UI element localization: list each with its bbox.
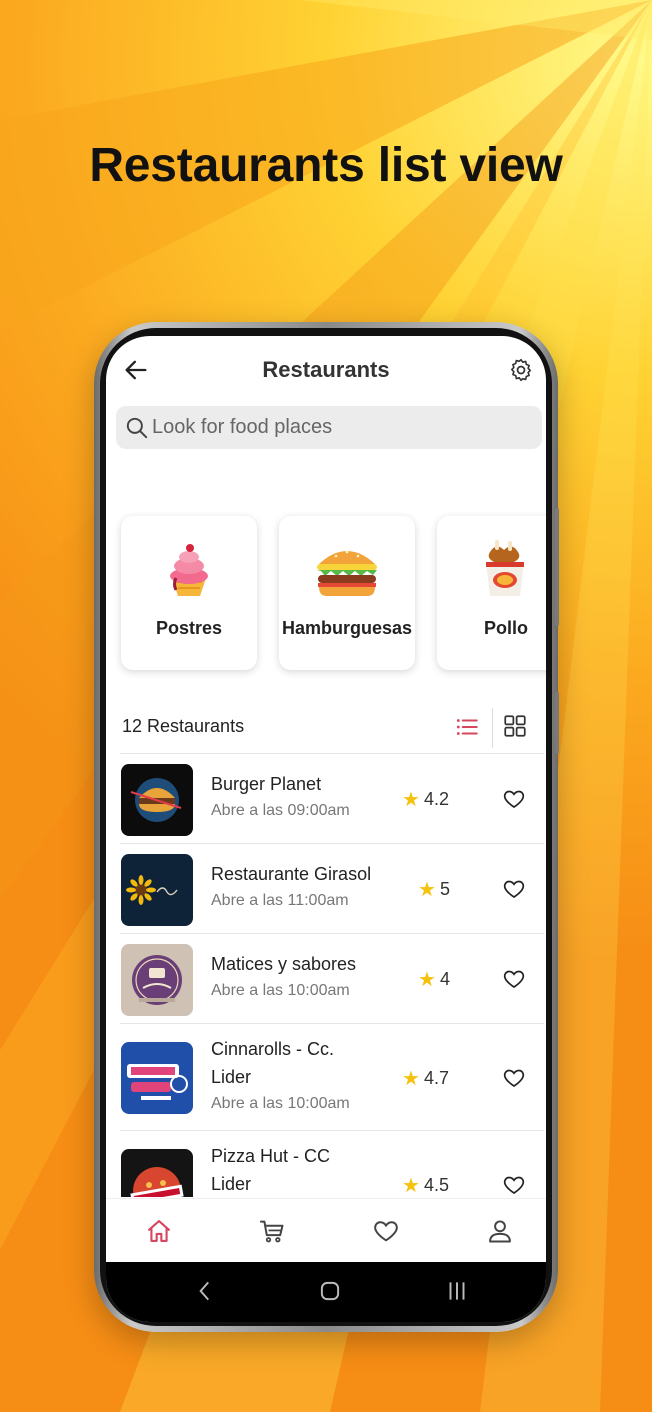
category-carousel[interactable]: Postres Hamburguesas Pollo: [106, 516, 546, 672]
list-view-icon[interactable]: [454, 714, 480, 740]
restaurant-name: Pizza Hut - CC Lider: [211, 1146, 331, 1194]
category-label: Postres: [155, 618, 223, 638]
restaurant-logo: [121, 1149, 193, 1197]
heart-icon[interactable]: [502, 1173, 526, 1197]
restaurant-name: Matices y sabores: [211, 954, 357, 974]
restaurant-name: Burger Planet: [211, 774, 322, 794]
system-nav-bar: [106, 1262, 546, 1322]
restaurant-row[interactable]: Restaurante Girasol Abre a las 11:00am ★…: [120, 843, 544, 933]
burger-icon: [317, 550, 377, 596]
heart-icon[interactable]: [502, 967, 526, 991]
restaurant-list[interactable]: Burger Planet Abre a las 09:00am ★ 4.2 R…: [106, 753, 546, 1197]
restaurant-row[interactable]: Cinnarolls - Cc. Lider Abre a las 10:00a…: [120, 1023, 544, 1130]
restaurant-rating: ★ 4.5: [402, 1173, 449, 1197]
category-label: Pollo: [484, 618, 528, 638]
restaurant-row[interactable]: Pizza Hut - CC Lider ★ 4.5: [120, 1130, 544, 1197]
star-icon: ★: [402, 789, 420, 811]
star-icon: ★: [418, 969, 436, 991]
restaurant-logo: [121, 854, 193, 926]
restaurant-hours: Abre a las 11:00am: [211, 892, 349, 909]
heart-icon[interactable]: [502, 877, 526, 901]
system-recents-icon[interactable]: [444, 1278, 470, 1304]
grid-view-icon[interactable]: [502, 713, 528, 739]
bottom-nav: [106, 1198, 546, 1262]
gear-icon[interactable]: [508, 357, 534, 383]
user-icon[interactable]: [486, 1217, 514, 1245]
restaurant-logo: [121, 764, 193, 836]
restaurant-logo: [121, 1042, 193, 1114]
cupcake-icon: [170, 544, 208, 596]
app-screen: Restaurants P: [106, 336, 546, 1322]
star-icon: ★: [402, 1175, 420, 1197]
page-title: Restaurants: [262, 357, 390, 382]
restaurant-rating: ★ 4.7: [402, 1066, 449, 1091]
rating-value: 4.2: [423, 789, 449, 809]
restaurant-row[interactable]: Matices y sabores Abre a las 10:00am ★ 4: [120, 933, 544, 1023]
system-back-icon[interactable]: [192, 1278, 218, 1304]
cart-icon[interactable]: [258, 1217, 286, 1245]
restaurant-hours: Abre a las 09:00am: [211, 802, 350, 819]
rating-value: 4: [439, 969, 450, 989]
rating-value: 4.5: [423, 1175, 449, 1195]
system-home-icon[interactable]: [317, 1278, 343, 1304]
category-card-hamburguesas[interactable]: Hamburguesas: [279, 516, 415, 670]
heart-icon[interactable]: [372, 1217, 400, 1245]
search-bar: [116, 406, 542, 449]
phone-side-button: [555, 692, 559, 754]
restaurant-count: 12 Restaurants: [122, 716, 245, 736]
category-card-pollo[interactable]: Pollo: [437, 516, 546, 670]
chicken-bucket-icon: [486, 540, 524, 596]
heart-icon[interactable]: [502, 1066, 526, 1090]
view-toggle-divider: [492, 708, 493, 748]
rating-value: 4.7: [423, 1068, 449, 1088]
restaurant-rating: ★ 5: [418, 877, 450, 902]
search-icon: [126, 417, 148, 439]
rating-value: 5: [439, 879, 450, 899]
restaurant-hours: Abre a las 10:00am: [211, 982, 350, 999]
restaurant-name: Cinnarolls - Cc. Lider: [211, 1039, 335, 1087]
star-icon: ★: [402, 1068, 420, 1090]
promo-headline: Restaurants list view: [89, 139, 563, 192]
restaurant-name: Restaurante Girasol: [211, 864, 372, 884]
search-input[interactable]: [152, 406, 532, 449]
list-header: 12 Restaurants: [106, 704, 546, 752]
restaurant-logo: [121, 944, 193, 1016]
category-card-postres[interactable]: Postres: [121, 516, 257, 670]
restaurant-rating: ★ 4.2: [402, 787, 449, 812]
restaurant-hours: Abre a las 10:00am: [211, 1095, 350, 1112]
heart-icon[interactable]: [502, 787, 526, 811]
restaurant-rating: ★ 4: [418, 967, 450, 992]
category-label: Hamburguesas: [281, 618, 413, 638]
star-icon: ★: [418, 879, 436, 901]
home-icon[interactable]: [145, 1217, 173, 1245]
phone-side-button: [555, 508, 559, 626]
app-bar: Restaurants: [106, 336, 546, 404]
restaurant-row[interactable]: Burger Planet Abre a las 09:00am ★ 4.2: [120, 753, 544, 843]
